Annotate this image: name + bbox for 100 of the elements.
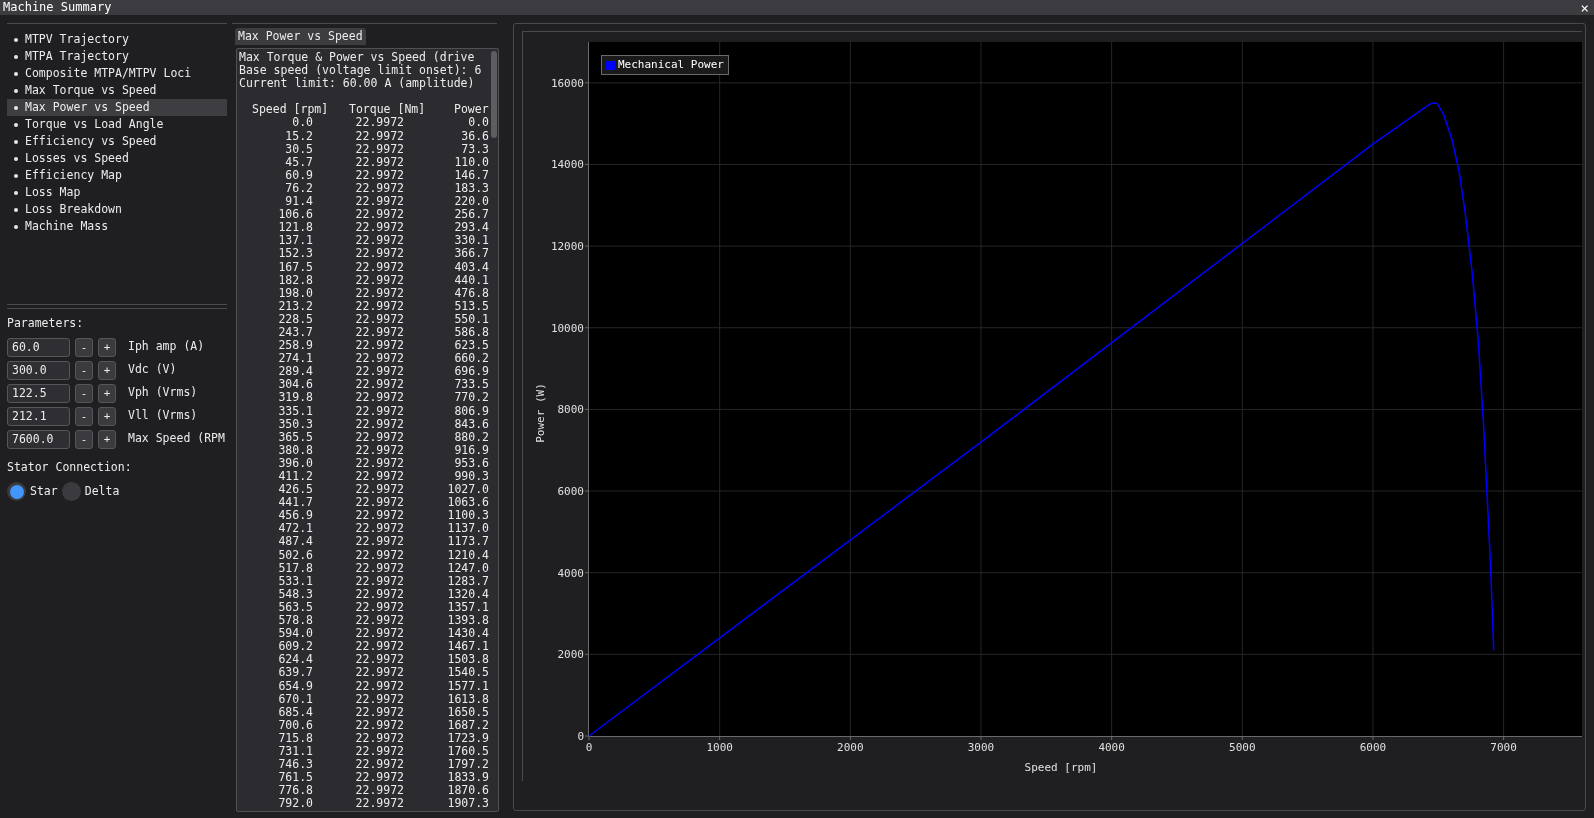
sidebar-item[interactable]: Loss Breakdown: [7, 201, 227, 218]
table-cell-text: 258.9: [277, 339, 313, 353]
sidebar-item[interactable]: Max Power vs Speed: [7, 99, 227, 116]
table-cell-text: 426.5: [277, 483, 313, 497]
table-cell-text: 22.9972: [354, 692, 404, 706]
table-cell-text: 770.2: [453, 391, 489, 405]
table-cell-text: 22.9972: [354, 744, 404, 759]
column-header: Speed [rpm]: [252, 103, 330, 117]
table-cell-text: 22.9972: [354, 404, 404, 418]
radio-button[interactable]: [61, 482, 81, 501]
table-cell-text: 586.8: [453, 325, 489, 340]
table-cell-text: 696.9: [453, 365, 489, 379]
sidebar-item[interactable]: Efficiency vs Speed: [7, 133, 227, 150]
table-cell-text: 1320.4: [446, 587, 489, 601]
sidebar-item[interactable]: MTPV Trajectory: [7, 31, 227, 48]
table-cell-text: 609.2: [277, 640, 313, 654]
decrement-button[interactable]: -: [75, 360, 93, 380]
number-field[interactable]: 60.0: [7, 337, 70, 357]
table-cell-text: 792.0: [277, 797, 313, 811]
field-label: Vph (Vrms): [128, 384, 198, 402]
tab[interactable]: Max Power vs Speed: [235, 28, 366, 45]
sidebar-item[interactable]: Efficiency Map: [7, 167, 227, 184]
table-cell-text: 22.9972: [354, 718, 404, 732]
table-cell-text: 73.3: [460, 142, 489, 156]
table-cell-text: 167.5: [277, 260, 313, 274]
x-tick-label: 3000: [967, 741, 995, 754]
close-button[interactable]: ×: [1578, 0, 1591, 15]
table-cell-text: 319.8: [277, 391, 313, 405]
table-cell-text: 1063.6: [446, 496, 489, 510]
bullet-icon: [14, 37, 18, 42]
table-cell-text: 146.7: [453, 168, 489, 182]
table-cell-text: 22.9972: [354, 339, 404, 353]
table-cell-text: 22.9972: [354, 470, 404, 484]
table-cell-text: 289.4: [277, 365, 313, 379]
increment-button[interactable]: +: [98, 383, 116, 403]
table-cell-text: 76.2: [284, 181, 313, 196]
sidebar-item[interactable]: Composite MTPA/MTPV Loci: [7, 65, 227, 82]
number-field[interactable]: 122.5: [7, 383, 70, 403]
scrollbar-thumb[interactable]: [491, 51, 497, 138]
decrement-button[interactable]: -: [75, 383, 93, 403]
table-cell-text: 761.5: [277, 771, 313, 785]
table-cell-text: 22.9972: [354, 758, 404, 772]
x-tick-label: 7000: [1490, 741, 1517, 754]
table-cell-text: 22.9972: [354, 168, 404, 182]
table-cell-text: 639.7: [277, 666, 313, 680]
y-tick-label: 8000: [557, 403, 584, 417]
table-cell-text: 22.9972: [354, 797, 404, 811]
x-tick-label: 5000: [1229, 741, 1256, 754]
table-cell-text: 776.8: [277, 784, 313, 798]
table-cell-text: 441.7: [277, 496, 313, 510]
table-cell-text: 513.5: [453, 299, 489, 313]
number-field[interactable]: 7600.0: [7, 429, 70, 449]
table-cell-text: 36.6: [460, 129, 489, 143]
column-header: Power: [454, 103, 489, 117]
radio-button[interactable]: [7, 482, 26, 501]
decrement-button[interactable]: -: [75, 429, 93, 449]
increment-button[interactable]: +: [98, 429, 116, 449]
table-cell-text: 22.9972: [354, 155, 404, 169]
table-cell-text: 1137.0: [446, 522, 489, 536]
x-tick-label: 4000: [1098, 741, 1125, 754]
field-label: Vdc (V): [128, 361, 177, 379]
table-cell-text: 1613.8: [446, 692, 489, 706]
sidebar-item[interactable]: Losses vs Speed: [7, 150, 227, 167]
table-cell-text: 22.9972: [354, 640, 404, 654]
sidebar-item[interactable]: MTPA Trajectory: [7, 48, 227, 65]
number-field[interactable]: 212.1: [7, 406, 70, 426]
sidebar-item[interactable]: Max Torque vs Speed: [7, 82, 227, 99]
increment-button[interactable]: +: [98, 406, 116, 426]
radio-option[interactable]: Delta: [61, 482, 120, 501]
table-cell-text: 715.8: [277, 731, 313, 745]
table-cell-text: 1210.4: [446, 548, 489, 562]
table-cell-text: 953.6: [453, 456, 489, 470]
sidebar-item[interactable]: Torque vs Load Angle: [7, 116, 227, 133]
table-cell-text: 1467.1: [446, 640, 489, 654]
table-cell-text: 228.5: [277, 312, 313, 326]
decrement-button[interactable]: -: [75, 337, 93, 357]
table-cell-text: 22.9972: [354, 247, 404, 261]
column-header: Torque [Nm]: [349, 103, 427, 117]
decrement-button[interactable]: -: [75, 406, 93, 426]
x-tick-label: 1000: [706, 741, 733, 754]
x-tick-label: 0: [585, 741, 593, 754]
table-cell-text: 1797.2: [446, 758, 489, 772]
table-cell-text: 22.9972: [354, 679, 404, 693]
increment-button[interactable]: +: [98, 337, 116, 357]
increment-button[interactable]: +: [98, 360, 116, 380]
table-cell-text: 137.1: [277, 234, 313, 248]
table-cell-text: 22.9972: [354, 587, 404, 601]
table-cell-text: 476.8: [453, 286, 489, 300]
table-cell-text: 365.5: [277, 430, 313, 444]
sidebar-item[interactable]: Machine Mass: [7, 218, 227, 235]
table-cell-text: 350.3: [277, 417, 313, 431]
table-cell-text: 22.9972: [354, 509, 404, 523]
y-tick-label: 2000: [557, 648, 584, 662]
radio-option[interactable]: Star: [7, 482, 58, 501]
y-tick-label: 10000: [550, 321, 584, 335]
number-field[interactable]: 300.0: [7, 360, 70, 380]
table-cell-text: 110.0: [453, 155, 489, 169]
sidebar-item[interactable]: Loss Map: [7, 184, 227, 201]
table-cell-text: 623.5: [453, 339, 489, 353]
table-cell-text: 1173.7: [446, 535, 489, 549]
